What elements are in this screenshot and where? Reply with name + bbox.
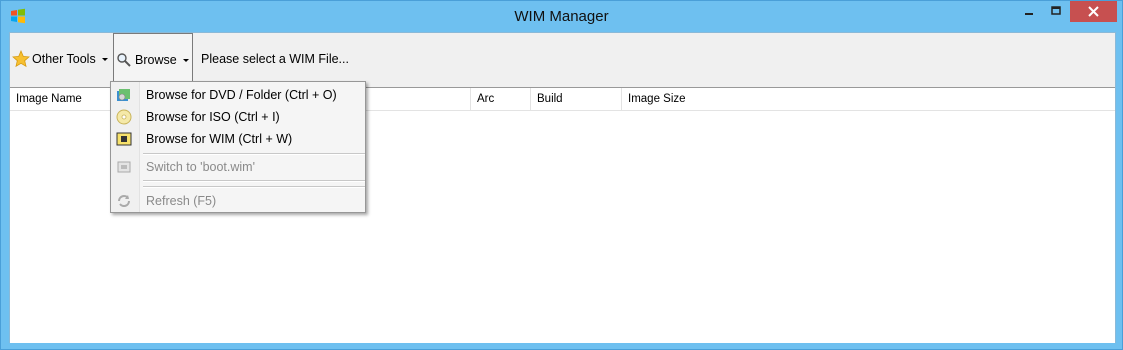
menu-item-label: Switch to 'boot.wim' (146, 160, 255, 174)
other-tools-button[interactable]: Other Tools (12, 33, 112, 85)
menu-item-refresh[interactable]: Refresh (F5) (111, 190, 365, 212)
window-title: WIM Manager (514, 8, 609, 25)
maximize-button[interactable] (1043, 1, 1069, 22)
close-icon (1088, 6, 1099, 17)
menu-item-label: Browse for ISO (Ctrl + I) (146, 110, 280, 124)
magnifier-icon (117, 53, 131, 67)
column-header-build[interactable]: Build (531, 88, 622, 110)
close-button[interactable] (1070, 1, 1117, 22)
chevron-down-icon (182, 58, 189, 62)
menu-item-browse-iso[interactable]: Browse for ISO (Ctrl + I) (111, 106, 365, 128)
menu-separator (143, 153, 365, 155)
maximize-icon (1051, 6, 1061, 15)
menu-item-browse-dvd-folder[interactable]: Browse for DVD / Folder (Ctrl + O) (111, 84, 365, 106)
column-header-image-size[interactable]: Image Size (622, 88, 1115, 110)
dvd-folder-icon (117, 89, 130, 101)
toolbar: Other Tools Browse Please select a WIM F… (10, 33, 1115, 86)
browse-label: Browse (135, 53, 177, 67)
menu-item-label: Browse for DVD / Folder (Ctrl + O) (146, 88, 337, 102)
menu-item-label: Refresh (F5) (146, 194, 217, 208)
other-tools-label: Other Tools (32, 52, 96, 66)
browse-dropdown-menu: Browse for DVD / Folder (Ctrl + O) Brows… (110, 81, 366, 213)
disc-icon (116, 109, 132, 125)
browse-button[interactable]: Browse (113, 33, 193, 86)
star-icon (12, 50, 30, 68)
column-header-arc[interactable]: Arc (471, 88, 531, 110)
switch-icon (117, 161, 131, 173)
status-text: Please select a WIM File... (201, 52, 349, 66)
wim-file-icon (116, 132, 132, 146)
refresh-icon (118, 195, 130, 207)
title-bar[interactable]: WIM Manager (1, 1, 1122, 32)
menu-item-label: Browse for WIM (Ctrl + W) (146, 132, 293, 146)
menu-separator (143, 180, 365, 182)
minimize-icon (1025, 13, 1033, 15)
menu-item-browse-wim[interactable]: Browse for WIM (Ctrl + W) (111, 128, 365, 150)
menu-item-switch-boot-wim[interactable]: Switch to 'boot.wim' (111, 156, 365, 178)
minimize-button[interactable] (1016, 1, 1042, 22)
chevron-down-icon (101, 57, 108, 61)
menu-separator (143, 186, 365, 188)
